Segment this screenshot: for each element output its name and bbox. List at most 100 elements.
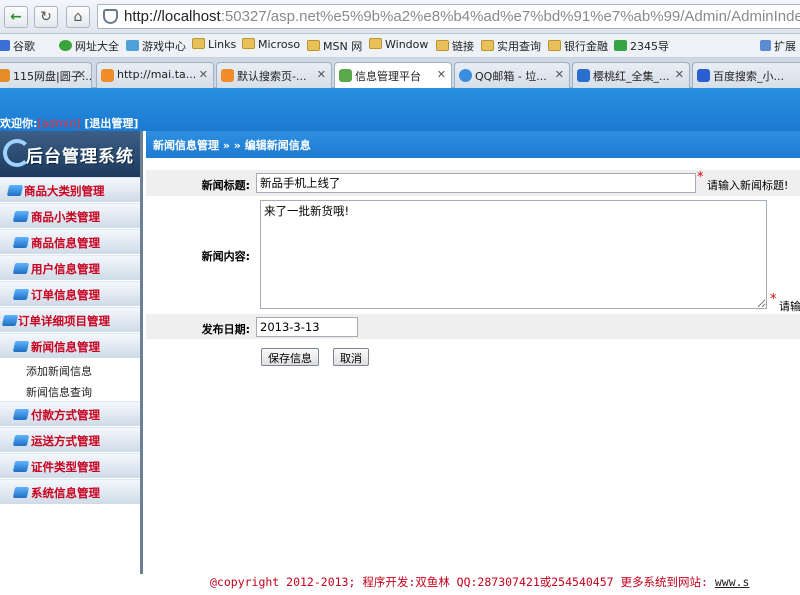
menu-icon — [12, 211, 30, 222]
news-edit-form: 新闻标题: * 请输入新闻标题! 新闻内容: 来了一批新货哦! * 请输 发布日… — [146, 170, 800, 340]
copyright-text: @copyright 2012-2013; 程序开发:双鱼林 QQ:287307… — [210, 575, 708, 589]
logout-link[interactable]: [退出管理] — [84, 117, 138, 130]
save-button[interactable]: 保存信息 — [261, 348, 319, 366]
folder-icon — [242, 38, 255, 49]
sidebar-item-orders[interactable]: 订单信息管理 — [0, 281, 140, 307]
close-icon[interactable]: ✕ — [675, 68, 684, 81]
tab-baidu-search[interactable]: 百度搜索_小... — [692, 62, 800, 88]
footer: @copyright 2012-2013; 程序开发:双鱼林 QQ:287307… — [146, 571, 800, 595]
bookmark-game-center[interactable]: 游戏中心 — [126, 38, 186, 54]
sidebar-item-system-info[interactable]: 系统信息管理 — [0, 479, 140, 505]
bookmarks-bar: 谷歌 网址大全 游戏中心 Links Microso MSN 网 Window … — [0, 34, 800, 58]
tab-mai-ta[interactable]: http://mai.ta... ✕ — [96, 62, 214, 88]
news-content-label: 新闻内容: — [201, 250, 250, 263]
menu-icon — [12, 409, 30, 420]
tab-default-search[interactable]: 默认搜索页-... ✕ — [216, 62, 332, 88]
tab-info-platform[interactable]: 信息管理平台 ✕ — [334, 62, 452, 89]
bookmark-links-cn[interactable]: 链接 — [436, 38, 474, 54]
folder-icon — [192, 38, 205, 49]
admin-logo: 后台管理系统 — [0, 131, 140, 177]
game-icon — [126, 40, 139, 51]
bookmark-2345[interactable]: 2345导 — [614, 38, 669, 54]
web-icon — [59, 40, 72, 51]
logo-text: 后台管理系统 — [26, 147, 134, 167]
address-bar[interactable]: http://localhost:50327/asp.net%e5%9b%a2%… — [97, 4, 800, 29]
refresh-button[interactable]: ↻ — [34, 6, 58, 28]
menu-icon — [6, 185, 24, 196]
tab-strip: 115网盘|圆子... ✕ http://mai.ta... ✕ 默认搜索页-.… — [0, 58, 800, 89]
news-title-input[interactable] — [256, 173, 696, 193]
close-icon[interactable]: ✕ — [437, 68, 446, 81]
tab-115[interactable]: 115网盘|圆子... ✕ — [0, 62, 92, 88]
tab-cherry-red[interactable]: 樱桃红_全集_... ✕ — [572, 62, 690, 88]
menu-icon — [12, 487, 30, 498]
menu-icon — [12, 435, 30, 446]
folder-icon — [548, 40, 561, 51]
tab-favicon — [339, 69, 352, 82]
news-content-textarea[interactable]: 来了一批新货哦! — [260, 200, 767, 309]
welcome-text: 欢迎你: — [0, 117, 38, 130]
tab-favicon — [459, 69, 472, 82]
shield-icon — [103, 9, 118, 24]
main-content: 新闻信息管理 » » 编辑新闻信息 新闻标题: * 请输入新闻标题! 新闻内容:… — [146, 131, 800, 574]
bookmark-web-directory[interactable]: 网址大全 — [59, 38, 119, 54]
tab-favicon — [697, 69, 710, 82]
google-icon — [0, 40, 10, 51]
tab-favicon — [221, 69, 234, 82]
home-button[interactable]: ⌂ — [66, 6, 90, 28]
sidebar-item-id-types[interactable]: 证件类型管理 — [0, 453, 140, 479]
extensions-button[interactable]: 扩展 — [760, 38, 796, 54]
sidebar-item-payment-methods[interactable]: 付款方式管理 — [0, 401, 140, 427]
sidebar-item-products[interactable]: 商品信息管理 — [0, 229, 140, 255]
bookmark-msn[interactable]: MSN 网 — [307, 38, 362, 54]
back-button[interactable]: ← — [4, 6, 28, 28]
folder-icon — [481, 40, 494, 51]
sidebar-item-product-categories[interactable]: 商品大类别管理 — [0, 177, 140, 203]
sidebar-subitem-add-news[interactable]: 添加新闻信息 — [0, 359, 140, 380]
sidebar: 后台管理系统 商品大类别管理 商品小类管理 商品信息管理 用户信息管理 订单信息… — [0, 131, 143, 574]
sidebar-item-news[interactable]: 新闻信息管理 — [0, 333, 140, 359]
news-title-hint: 请输入新闻标题! — [707, 179, 789, 192]
refresh-icon: ↻ — [40, 9, 52, 25]
address-url: http://localhost:50327/asp.net%e5%9b%a2%… — [124, 8, 800, 25]
footer-site-link[interactable]: www.s — [715, 575, 750, 589]
folder-icon — [369, 38, 382, 49]
bookmark-microsoft[interactable]: Microso — [242, 38, 300, 51]
close-icon[interactable]: ✕ — [555, 68, 564, 81]
tab-favicon — [577, 69, 590, 82]
required-mark: * — [697, 170, 704, 185]
sidebar-item-product-subcategories[interactable]: 商品小类管理 — [0, 203, 140, 229]
bookmark-links[interactable]: Links — [192, 38, 236, 51]
sidebar-item-order-details[interactable]: 订单详细项目管理 — [0, 307, 140, 333]
form-row-title: 新闻标题: * 请输入新闻标题! — [146, 170, 800, 197]
publish-date-input[interactable] — [256, 317, 358, 337]
tab-label: 百度搜索_小... — [713, 70, 784, 83]
sidebar-subitem-query-news[interactable]: 新闻信息查询 — [0, 380, 140, 401]
sidebar-item-shipping-methods[interactable]: 运送方式管理 — [0, 427, 140, 453]
bookmark-windows[interactable]: Window — [369, 38, 428, 51]
cancel-button[interactable]: 取消 — [333, 348, 369, 366]
required-mark: * — [770, 292, 777, 307]
welcome-bar: 欢迎你:[admin] [退出管理] — [0, 115, 138, 131]
folder-icon — [307, 40, 320, 51]
breadcrumb: 新闻信息管理 » » 编辑新闻信息 — [146, 131, 800, 158]
menu-icon — [12, 289, 30, 300]
form-row-date: 发布日期: — [146, 314, 800, 340]
menu-icon — [12, 341, 30, 352]
sidebar-item-users[interactable]: 用户信息管理 — [0, 255, 140, 281]
username: [admin] — [37, 117, 81, 130]
menu-icon — [12, 461, 30, 472]
bookmark-banking[interactable]: 银行金融 — [548, 38, 608, 54]
bookmark-utilities[interactable]: 实用查询 — [481, 38, 541, 54]
bookmark-google[interactable]: 谷歌 — [0, 38, 35, 54]
browser-toolbar: ← ↻ ⌂ http://localhost:50327/asp.net%e5%… — [0, 0, 800, 34]
tab-qq-mail[interactable]: QQ邮箱 - 垃... ✕ — [454, 62, 570, 88]
close-icon[interactable]: ✕ — [77, 68, 86, 81]
close-icon[interactable]: ✕ — [317, 68, 326, 81]
close-icon[interactable]: ✕ — [199, 68, 208, 81]
site-icon — [614, 40, 627, 51]
extensions-icon — [760, 40, 771, 51]
publish-date-label: 发布日期: — [201, 323, 250, 336]
news-content-hint: 请输 — [779, 300, 800, 313]
menu-icon — [12, 237, 30, 248]
